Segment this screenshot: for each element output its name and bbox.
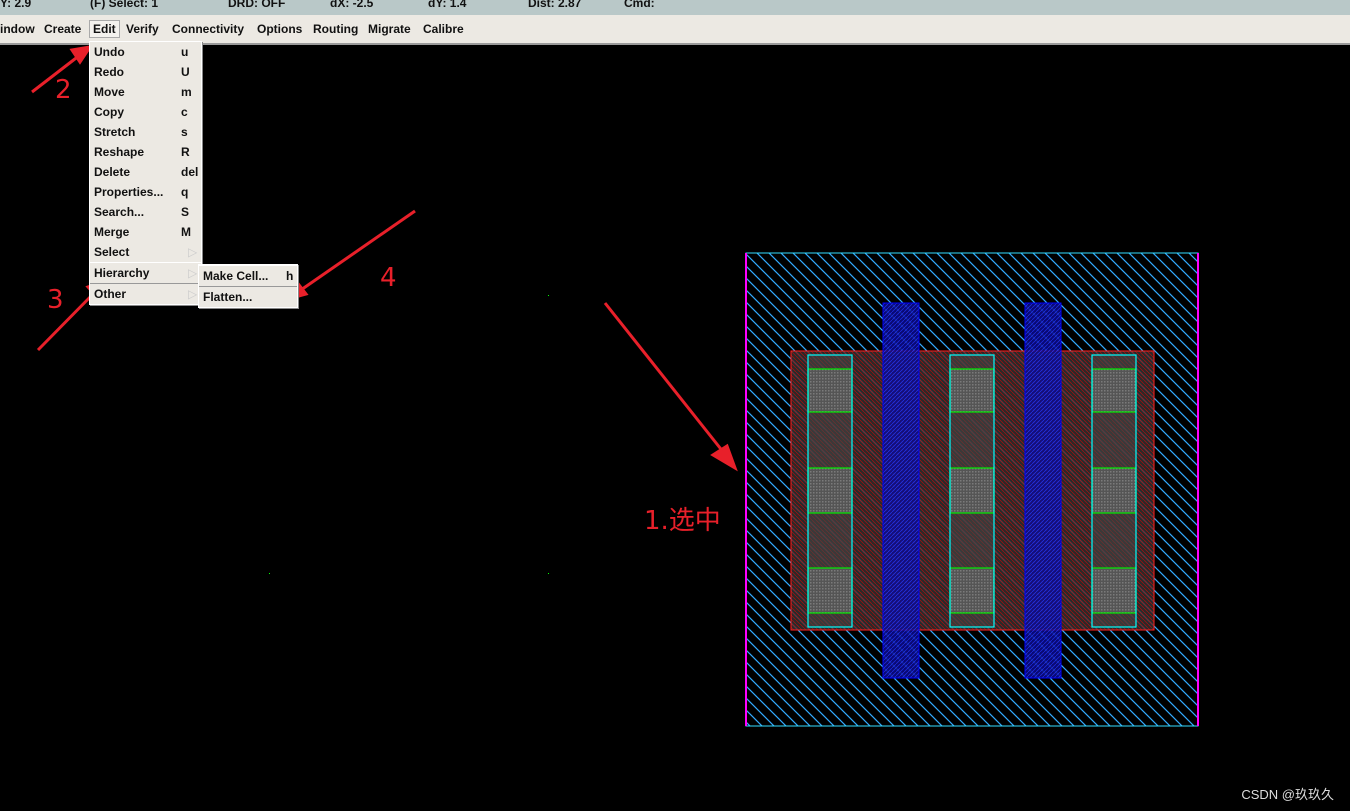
menu-item-redo[interactable]: Redo U: [90, 62, 201, 82]
menu-item-other[interactable]: Other ▷: [90, 284, 201, 304]
menu-item-stretch[interactable]: Stretch s: [90, 122, 201, 142]
menu-item-select[interactable]: Select ▷: [90, 242, 201, 262]
menu-item-shortcut: R: [181, 145, 190, 159]
status-cmd: Cmd:: [624, 0, 655, 10]
status-drd: DRD: OFF: [228, 0, 286, 10]
menu-item-shortcut: del: [181, 165, 199, 179]
menu-item-label: Select: [94, 245, 130, 259]
menu-item-label: Flatten...: [203, 290, 253, 304]
menu-item-label: Move: [94, 85, 125, 99]
status-select: (F) Select: 1: [90, 0, 159, 10]
menu-routing[interactable]: Routing: [313, 22, 358, 36]
menu-item-move[interactable]: Move m: [90, 82, 201, 102]
watermark: CSDN @玖玖久: [1241, 787, 1334, 802]
menu-item-shortcut: s: [181, 125, 188, 139]
menu-edit[interactable]: Edit: [89, 20, 120, 38]
menu-item-reshape[interactable]: Reshape R: [90, 142, 201, 162]
menu-window[interactable]: indow: [0, 22, 35, 36]
menu-bar: indow Create Edit Verify Connectivity Op…: [0, 15, 1350, 45]
grid-dot: [269, 573, 270, 574]
menu-item-label: Delete: [94, 165, 131, 179]
menu-item-shortcut: m: [181, 85, 192, 99]
contact-2-1: [949, 368, 995, 413]
contact-3-2: [1091, 467, 1137, 514]
contact-2-2: [949, 467, 995, 514]
menu-connectivity[interactable]: Connectivity: [172, 22, 244, 36]
status-y: Y: 2.9: [0, 0, 32, 10]
menu-item-label: Reshape: [94, 145, 145, 159]
contact-1-2: [807, 467, 853, 514]
contact-2-3: [949, 567, 995, 614]
menu-item-shortcut: U: [181, 65, 190, 79]
menu-item-delete[interactable]: Delete del: [90, 162, 201, 182]
menu-item-label: Properties...: [94, 185, 164, 199]
menu-verify[interactable]: Verify: [126, 22, 159, 36]
menu-item-label: Undo: [94, 45, 125, 59]
menu-migrate[interactable]: Migrate: [368, 22, 411, 36]
menu-item-make-cell[interactable]: Make Cell... h: [199, 265, 297, 287]
menu-options[interactable]: Options: [257, 22, 302, 36]
menu-item-hierarchy[interactable]: Hierarchy ▷: [90, 262, 201, 284]
menu-item-merge[interactable]: Merge M: [90, 222, 201, 242]
hierarchy-submenu: Make Cell... h Flatten...: [198, 264, 298, 308]
annotation-select: 1.选中: [644, 506, 721, 536]
poly-gate-2: [1024, 302, 1062, 679]
menu-item-search[interactable]: Search... S: [90, 202, 201, 222]
submenu-arrow-icon: ▷: [188, 287, 198, 301]
status-dx: dX: -2.5: [330, 0, 374, 10]
menu-item-label: Copy: [94, 105, 124, 119]
annotation-step-3: 3: [47, 285, 64, 315]
menu-item-label: Search...: [94, 205, 145, 219]
status-dy: dY: 1.4: [428, 0, 467, 10]
grid-dot: [548, 573, 549, 574]
menu-item-shortcut: u: [181, 45, 189, 59]
contact-1-3: [807, 567, 853, 614]
menu-item-copy[interactable]: Copy c: [90, 102, 201, 122]
contact-3-3: [1091, 567, 1137, 614]
menu-item-properties[interactable]: Properties... q: [90, 182, 201, 202]
edit-menu: Undo u Redo U Move m Copy c Stretch s Reshape R Dele…: [89, 41, 202, 305]
menu-item-shortcut: c: [181, 105, 188, 119]
menu-item-label: Hierarchy: [94, 266, 150, 280]
menu-item-label: Redo: [94, 65, 124, 79]
menu-item-undo[interactable]: Undo u: [90, 42, 201, 62]
layout-canvas[interactable]: [0, 45, 1350, 811]
menu-item-label: Stretch: [94, 125, 136, 139]
annotation-step-4: 4: [380, 263, 397, 293]
menu-item-label: Make Cell...: [203, 269, 269, 283]
grid-dot: [548, 295, 549, 296]
menu-item-shortcut: h: [286, 269, 294, 283]
status-dist: Dist: 2.87: [528, 0, 582, 10]
poly-gate-1: [882, 302, 920, 679]
menu-calibre[interactable]: Calibre: [423, 22, 464, 36]
contact-3-1: [1091, 368, 1137, 413]
status-bar: Y: 2.9 (F) Select: 1 DRD: OFF dX: -2.5 d…: [0, 0, 1350, 15]
submenu-arrow-icon: ▷: [188, 266, 198, 280]
contact-1-1: [807, 368, 853, 413]
menu-item-shortcut: S: [181, 205, 190, 219]
menu-item-shortcut: M: [181, 225, 191, 239]
menu-item-label: Other: [94, 287, 127, 301]
menu-item-shortcut: q: [181, 185, 189, 199]
annotation-step-2: 2: [55, 75, 72, 105]
menu-create[interactable]: Create: [44, 22, 81, 36]
menu-item-label: Merge: [94, 225, 130, 239]
submenu-arrow-icon: ▷: [188, 245, 198, 259]
menu-item-flatten[interactable]: Flatten...: [199, 287, 297, 307]
